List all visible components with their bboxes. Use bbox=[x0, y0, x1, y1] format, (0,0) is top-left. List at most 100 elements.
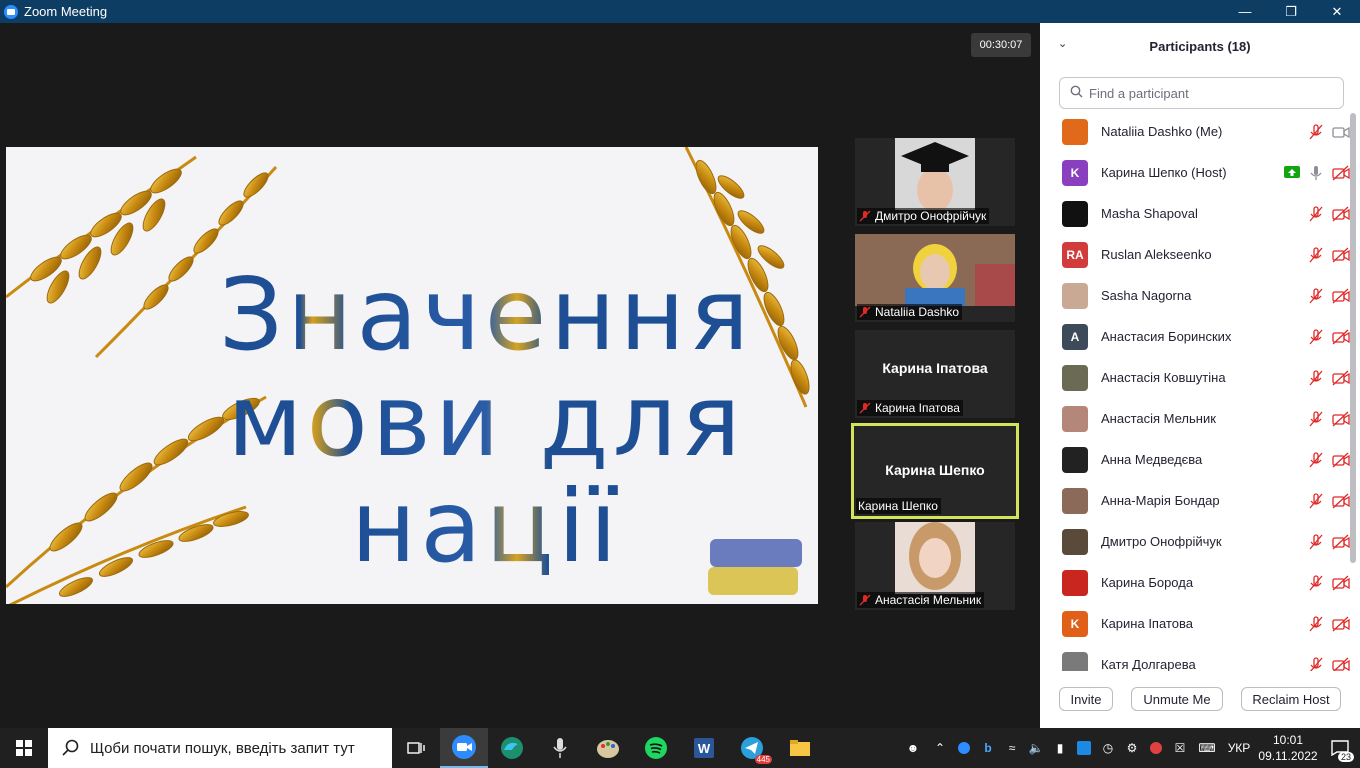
thumbnail-1[interactable]: Дмитро Онофрійчук bbox=[855, 138, 1015, 226]
svg-text:W: W bbox=[698, 741, 711, 756]
participant-status-icons bbox=[1284, 152, 1350, 193]
participant-row[interactable]: RA Ruslan Alekseenko bbox=[1040, 234, 1350, 275]
zoom-taskbar-icon[interactable] bbox=[440, 728, 488, 768]
participant-name: Sasha Nagorna bbox=[1101, 288, 1192, 303]
muted-mic-icon bbox=[1309, 246, 1323, 262]
keyboard-icon[interactable]: ⌨ bbox=[1192, 741, 1222, 755]
participant-row[interactable]: Дмитро Онофрійчук bbox=[1040, 521, 1350, 562]
participant-name: Ruslan Alekseenko bbox=[1101, 247, 1212, 262]
thumbnail-5[interactable]: Анастасія Мельник bbox=[855, 522, 1015, 610]
participant-row[interactable]: Анастасія Мельник bbox=[1040, 398, 1350, 439]
participant-row[interactable]: A Анастасия Боринских bbox=[1040, 316, 1350, 357]
muted-mic-icon bbox=[1309, 492, 1323, 508]
avatar bbox=[1062, 364, 1088, 391]
notification-center-icon[interactable]: 23 bbox=[1320, 740, 1360, 762]
thumbnail-2[interactable]: Nataliia Dashko bbox=[855, 234, 1015, 322]
wifi-icon[interactable]: ≈ bbox=[1000, 741, 1024, 755]
participant-row[interactable]: Анастасія Ковшутіна bbox=[1040, 357, 1350, 398]
zoom-logo-icon bbox=[4, 4, 18, 19]
spotify-icon[interactable] bbox=[632, 728, 680, 768]
participant-row[interactable]: Анна Медведєва bbox=[1040, 439, 1350, 480]
muted-mic-icon bbox=[1309, 615, 1323, 631]
volume-icon[interactable]: 🔈 bbox=[1024, 741, 1048, 755]
participant-row[interactable]: Nataliia Dashko (Me) bbox=[1040, 111, 1350, 152]
participant-name: Анна-Марія Бондар bbox=[1101, 493, 1220, 508]
participant-name: Карина Іпатова bbox=[1101, 616, 1193, 631]
mic-icon bbox=[1310, 165, 1322, 180]
security-icon[interactable]: ☒ bbox=[1168, 741, 1192, 755]
muted-mic-icon bbox=[1309, 656, 1323, 671]
muted-mic-icon bbox=[1309, 451, 1323, 467]
battery-icon[interactable]: ▮ bbox=[1048, 741, 1072, 755]
muted-mic-icon bbox=[1309, 287, 1323, 303]
thumbnail-name: Карина Іпатова bbox=[875, 401, 960, 415]
unmute-me-button[interactable]: Unmute Me bbox=[1131, 687, 1223, 711]
notification-app-icon[interactable] bbox=[1144, 741, 1168, 755]
settings-tray-icon[interactable]: ⚙ bbox=[1120, 741, 1144, 755]
people-icon[interactable]: ☻ bbox=[898, 741, 928, 755]
participant-row[interactable]: K Карина Іпатова bbox=[1040, 603, 1350, 644]
chevron-down-icon[interactable]: ⌄ bbox=[1058, 37, 1067, 50]
language-indicator[interactable]: УКР bbox=[1222, 741, 1256, 755]
participant-photo bbox=[855, 234, 1015, 306]
zoom-tray-icon[interactable] bbox=[952, 741, 976, 755]
thumbnail-name: Nataliia Dashko bbox=[875, 305, 960, 319]
search-placeholder: Find a participant bbox=[1089, 85, 1189, 101]
participant-row[interactable]: Masha Shapoval bbox=[1040, 193, 1350, 234]
participant-list-scrollbar[interactable] bbox=[1350, 113, 1356, 563]
participant-row[interactable]: Карина Борода bbox=[1040, 562, 1350, 603]
shared-screen[interactable]: Значення мови для нації bbox=[6, 147, 818, 604]
muted-mic-icon bbox=[1309, 205, 1323, 221]
participant-row[interactable]: Анна-Марія Бондар bbox=[1040, 480, 1350, 521]
participant-name: Карина Борода bbox=[1101, 575, 1194, 590]
thumbnail-display-name: Карина Шепко bbox=[885, 462, 985, 478]
meeting-area: 00:30:07 Значення мови для нації Дмитро … bbox=[0, 23, 1040, 728]
participant-status-icons bbox=[1308, 275, 1350, 316]
clock-time: 10:01 bbox=[1272, 733, 1304, 747]
participant-photo bbox=[895, 522, 975, 594]
screen-share-icon bbox=[1284, 165, 1300, 178]
telegram-icon[interactable]: 445 bbox=[728, 728, 776, 768]
edge-browser-icon[interactable] bbox=[488, 728, 536, 768]
avatar bbox=[1062, 446, 1088, 473]
task-view-icon[interactable] bbox=[392, 728, 440, 768]
participant-row[interactable]: K Карина Шепко (Host) bbox=[1040, 152, 1350, 193]
reclaim-host-button[interactable]: Reclaim Host bbox=[1241, 687, 1341, 711]
windows-taskbar: Щоби почати пошук, введіть запит тут W 4… bbox=[0, 728, 1360, 768]
clock-tray-icon[interactable]: ◷ bbox=[1096, 741, 1120, 755]
file-explorer-icon[interactable] bbox=[776, 728, 824, 768]
window-controls: — ❐ ✕ bbox=[1222, 0, 1360, 23]
paint-app-icon[interactable] bbox=[584, 728, 632, 768]
participant-status-icons bbox=[1308, 357, 1350, 398]
taskbar-search-box[interactable]: Щоби почати пошук, введіть запит тут bbox=[48, 728, 392, 768]
taskbar-clock[interactable]: 10:01 09.11.2022 bbox=[1256, 732, 1320, 764]
participant-row[interactable]: Sasha Nagorna bbox=[1040, 275, 1350, 316]
close-button[interactable]: ✕ bbox=[1314, 0, 1360, 23]
word-icon[interactable]: W bbox=[680, 728, 728, 768]
thumbnail-4-active-speaker[interactable]: Карина Шепко Карина Шепко bbox=[851, 423, 1019, 519]
participant-status-icons bbox=[1308, 480, 1350, 521]
bing-icon[interactable]: b bbox=[976, 741, 1000, 755]
muted-mic-icon bbox=[1309, 328, 1323, 344]
maximize-button[interactable]: ❐ bbox=[1268, 0, 1314, 23]
thumbnail-name: Карина Шепко bbox=[858, 499, 938, 513]
microphone-app-icon[interactable] bbox=[536, 728, 584, 768]
muted-mic-icon bbox=[859, 210, 871, 222]
participant-row[interactable]: Катя Долгарева bbox=[1040, 644, 1350, 671]
participants-panel: ⌄ Participants (18) Find a participant N… bbox=[1040, 23, 1360, 728]
thumbnail-display-name: Карина Іпатова bbox=[882, 360, 988, 376]
minimize-button[interactable]: — bbox=[1222, 0, 1268, 23]
window-title: Zoom Meeting bbox=[24, 4, 108, 19]
show-hidden-icons[interactable]: ⌃ bbox=[928, 741, 952, 755]
avatar bbox=[1062, 200, 1088, 227]
muted-mic-icon bbox=[1309, 369, 1323, 385]
video-off-icon bbox=[1332, 247, 1350, 262]
participant-name: Карина Шепко (Host) bbox=[1101, 165, 1227, 180]
start-button[interactable] bbox=[0, 728, 48, 768]
thumbnail-3[interactable]: Карина Іпатова Карина Іпатова bbox=[855, 330, 1015, 418]
participant-status-icons bbox=[1308, 111, 1350, 152]
invite-button[interactable]: Invite bbox=[1059, 687, 1113, 711]
app-tray-icon[interactable] bbox=[1072, 741, 1096, 755]
clock-date: 09.11.2022 bbox=[1258, 749, 1318, 763]
participant-search-input[interactable]: Find a participant bbox=[1059, 77, 1344, 109]
